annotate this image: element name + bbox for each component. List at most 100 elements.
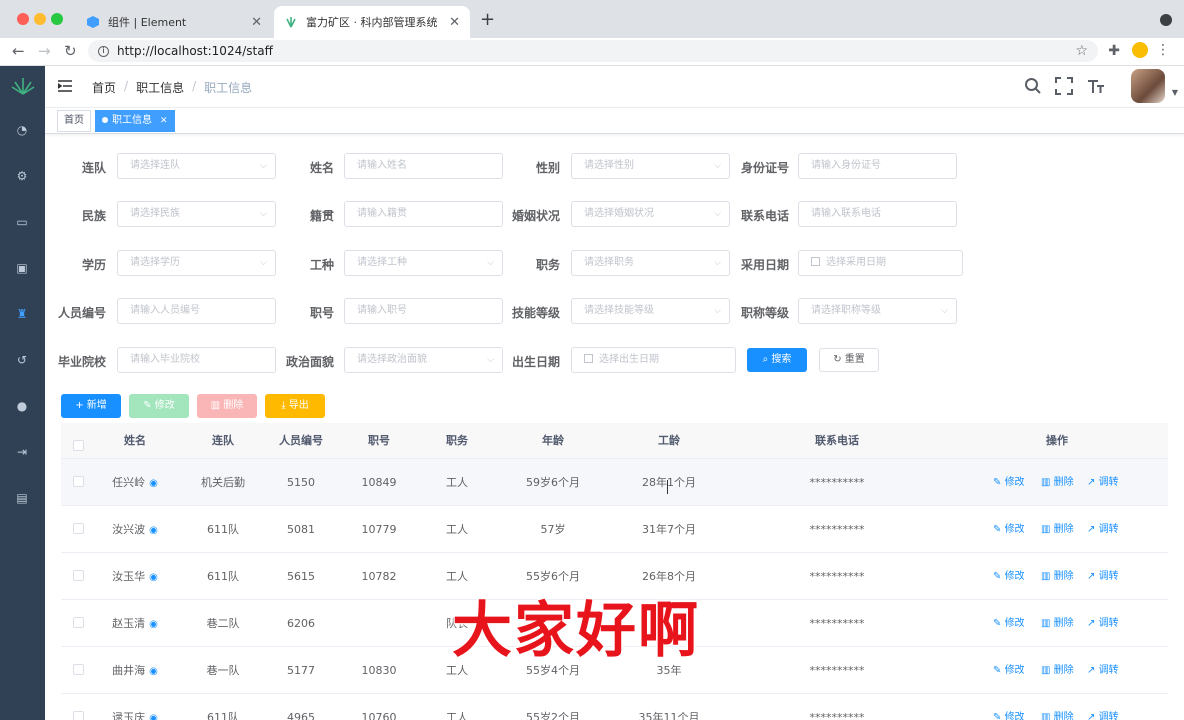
- hamburger-icon[interactable]: [58, 79, 72, 93]
- search-icon[interactable]: [1024, 77, 1042, 95]
- filter-input[interactable]: 请输入毕业院校: [117, 347, 276, 373]
- tab-search-icon[interactable]: [1160, 14, 1172, 26]
- eye-icon[interactable]: ◉: [149, 619, 158, 630]
- search-button[interactable]: ⌕ 搜索: [747, 348, 807, 372]
- table-row[interactable]: 逯玉庆 ◉ 611队 4965 10760 工人 55岁2个月 35年11个月 ********…: [61, 694, 1168, 720]
- table-row[interactable]: 任兴岭 ◉ 机关后勤 5150 10849 工人 59岁6个月 28年1个月 *********…: [61, 459, 1168, 506]
- tag-home[interactable]: 首页: [57, 110, 91, 132]
- url-input[interactable]: i http://localhost:1024/staff: [88, 40, 1098, 62]
- row-transfer-button[interactable]: ↗ 调转: [1087, 647, 1119, 694]
- row-delete-button[interactable]: ▥ 删除: [1041, 647, 1074, 694]
- row-delete-button[interactable]: ▥ 删除: [1041, 506, 1074, 553]
- filter-select[interactable]: 请选择工种 ⌵: [344, 250, 503, 276]
- filter-input[interactable]: 请输入联系电话: [798, 201, 957, 227]
- edit-button[interactable]: ✎ 修改: [129, 394, 189, 418]
- row-delete-button[interactable]: ▥ 删除: [1041, 600, 1074, 647]
- filter-select[interactable]: 请选择政治面貌 ⌵: [344, 347, 503, 373]
- filter-select[interactable]: 请选择民族 ⌵: [117, 201, 276, 227]
- filter-input[interactable]: 请输入姓名: [344, 153, 503, 179]
- forward-icon[interactable]: →: [38, 42, 51, 60]
- row-delete-button[interactable]: ▥ 删除: [1041, 553, 1074, 600]
- row-checkbox[interactable]: [73, 664, 84, 675]
- breadcrumb-home[interactable]: 首页: [92, 79, 116, 96]
- filter-input[interactable]: 请输入人员编号: [117, 298, 276, 324]
- bookmark-star-icon[interactable]: ☆: [1075, 43, 1088, 59]
- row-transfer-button[interactable]: ↗ 调转: [1087, 600, 1119, 647]
- filter-input[interactable]: 请输入职号: [344, 298, 503, 324]
- filter-select[interactable]: 请选择连队 ⌵: [117, 153, 276, 179]
- row-checkbox[interactable]: [73, 523, 84, 534]
- browser-tab-app[interactable]: 富力矿区 · 科内部管理系统 ✕: [274, 6, 470, 38]
- extensions-icon[interactable]: ✚: [1108, 43, 1120, 59]
- row-edit-button[interactable]: ✎ 修改: [993, 553, 1025, 600]
- row-checkbox[interactable]: [73, 476, 84, 487]
- profile-avatar-icon[interactable]: [1132, 42, 1148, 58]
- row-edit-button[interactable]: ✎ 修改: [993, 600, 1025, 647]
- close-window-button[interactable]: [17, 13, 29, 25]
- caret-down-icon[interactable]: ▼: [1172, 88, 1178, 97]
- filter-input[interactable]: 请输入身份证号: [798, 153, 957, 179]
- browser-tab-title: 富力矿区 · 科内部管理系统: [306, 16, 438, 29]
- dashboard-icon[interactable]: ◔: [14, 122, 30, 138]
- minimize-window-button[interactable]: [34, 13, 46, 25]
- monitor-icon[interactable]: ▭: [14, 214, 30, 230]
- row-transfer-button[interactable]: ↗ 调转: [1087, 553, 1119, 600]
- toolbox-icon[interactable]: ▣: [14, 260, 30, 276]
- row-checkbox[interactable]: [73, 617, 84, 628]
- eye-icon[interactable]: ◉: [149, 525, 158, 536]
- eye-icon[interactable]: ◉: [149, 666, 158, 677]
- document-icon[interactable]: ▤: [14, 490, 30, 506]
- eye-icon[interactable]: ◉: [149, 572, 158, 583]
- eye-icon[interactable]: ◉: [149, 713, 158, 720]
- row-delete-button[interactable]: ▥ 删除: [1041, 694, 1074, 720]
- history-icon[interactable]: ↺: [14, 352, 30, 368]
- eye-icon[interactable]: ◉: [149, 478, 158, 489]
- export-button[interactable]: ⤓ 导出: [265, 394, 325, 418]
- filter-select[interactable]: 请选择职务 ⌵: [571, 250, 730, 276]
- row-edit-button[interactable]: ✎ 修改: [993, 459, 1025, 506]
- row-transfer-button[interactable]: ↗ 调转: [1087, 506, 1119, 553]
- tag-staff[interactable]: 职工信息 ✕: [95, 110, 175, 132]
- browser-menu-icon[interactable]: ⋮: [1156, 42, 1170, 58]
- close-tag-icon[interactable]: ✕: [160, 116, 168, 126]
- row-checkbox[interactable]: [73, 711, 84, 720]
- row-edit-button[interactable]: ✎ 修改: [993, 647, 1025, 694]
- site-info-icon[interactable]: i: [98, 45, 109, 57]
- row-edit-button[interactable]: ✎ 修改: [993, 506, 1025, 553]
- filter-date-picker[interactable]: 选择出生日期: [571, 347, 736, 373]
- staff-icon[interactable]: ♜: [14, 306, 30, 322]
- filter-select[interactable]: 请选择职称等级 ⌵: [798, 298, 957, 324]
- back-icon[interactable]: ←: [12, 42, 25, 60]
- filter-select[interactable]: 请选择婚姻状况 ⌵: [571, 201, 730, 227]
- settings-icon[interactable]: ⚙: [14, 168, 30, 184]
- filter-select[interactable]: 请选择学历 ⌵: [117, 250, 276, 276]
- new-tab-icon[interactable]: +: [480, 9, 495, 30]
- table-row[interactable]: 汝兴波 ◉ 611队 5081 10779 工人 57岁 31年7个月 ********** ✎ …: [61, 506, 1168, 553]
- export-icon[interactable]: ⇥: [14, 444, 30, 460]
- breadcrumb-staff[interactable]: 职工信息: [136, 79, 184, 96]
- close-tab-icon[interactable]: ✕: [449, 15, 460, 30]
- row-edit-button[interactable]: ✎ 修改: [993, 694, 1025, 720]
- app-favicon-icon: [284, 15, 298, 29]
- fullscreen-icon[interactable]: [1055, 77, 1073, 95]
- add-button[interactable]: + 新增: [61, 394, 121, 418]
- reset-button[interactable]: ↻ 重置: [819, 348, 879, 372]
- filter-select[interactable]: 请选择性别 ⌵: [571, 153, 730, 179]
- reload-icon[interactable]: ↻: [64, 42, 77, 60]
- row-delete-button[interactable]: ▥ 删除: [1041, 459, 1074, 506]
- row-checkbox[interactable]: [73, 570, 84, 581]
- filter-input[interactable]: 请输入籍贯: [344, 201, 503, 227]
- browser-tab-element[interactable]: 组件 | Element ✕: [76, 6, 272, 38]
- avatar[interactable]: [1131, 69, 1165, 103]
- delete-button[interactable]: ▥ 删除: [197, 394, 257, 418]
- row-transfer-button[interactable]: ↗ 调转: [1087, 459, 1119, 506]
- close-tab-icon[interactable]: ✕: [251, 15, 262, 30]
- font-size-icon[interactable]: [1087, 77, 1105, 95]
- select-all-checkbox[interactable]: [73, 440, 84, 451]
- filter-date-picker[interactable]: 选择采用日期: [798, 250, 963, 276]
- maximize-window-button[interactable]: [51, 13, 63, 25]
- user-icon[interactable]: ●: [14, 398, 30, 414]
- filter-placeholder: 请选择技能等级: [584, 305, 654, 316]
- row-transfer-button[interactable]: ↗ 调转: [1087, 694, 1119, 720]
- filter-select[interactable]: 请选择技能等级 ⌵: [571, 298, 730, 324]
